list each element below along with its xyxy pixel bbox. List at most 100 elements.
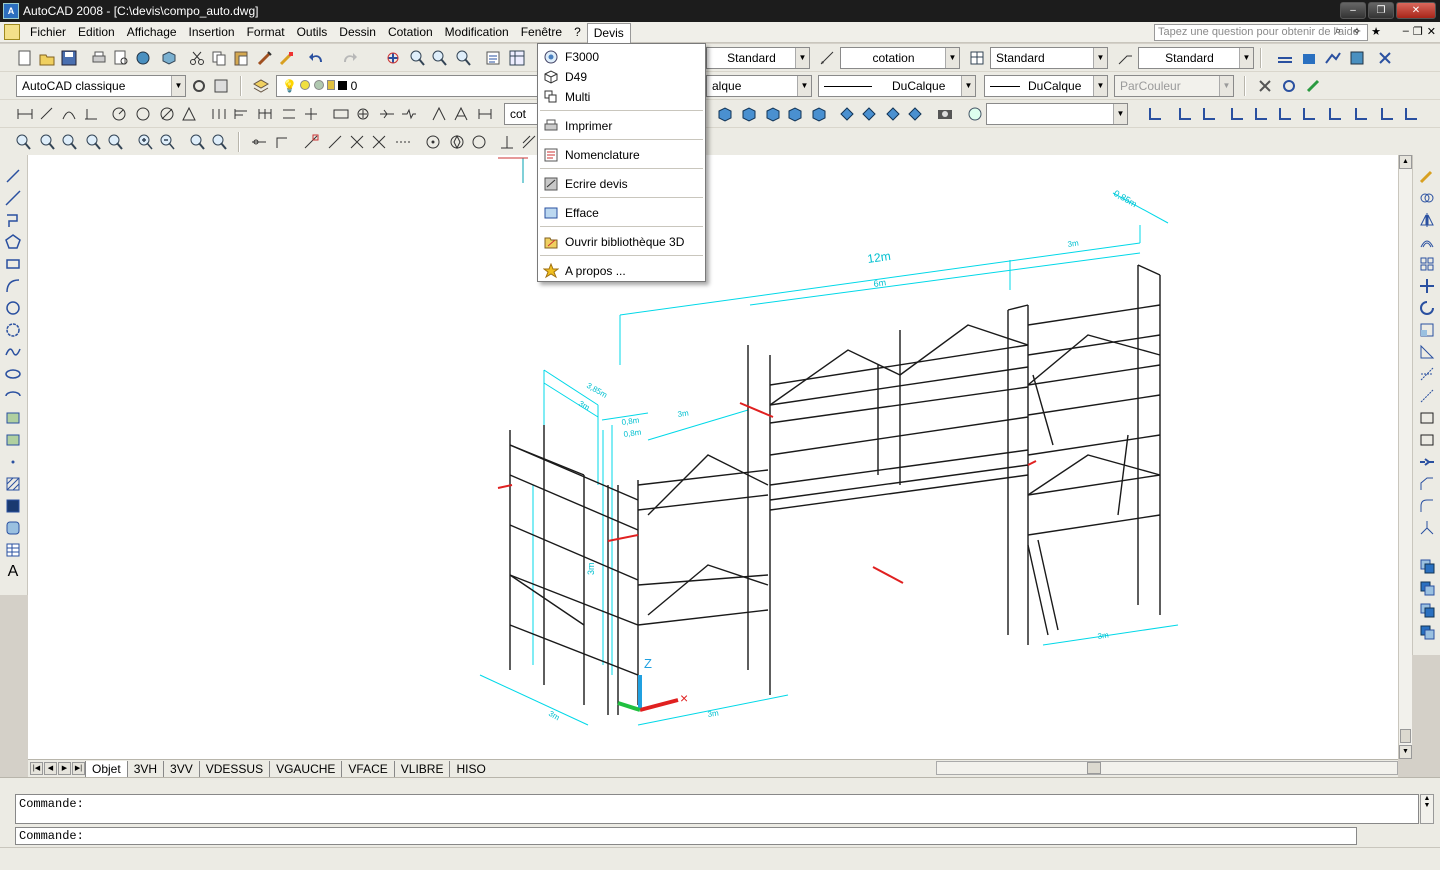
dim-style-select-partial[interactable]: cot <box>504 103 538 125</box>
tab-vdessus[interactable]: VDESSUS <box>198 760 269 777</box>
construction-line-icon[interactable] <box>4 189 22 207</box>
dim-space-icon[interactable] <box>280 105 298 123</box>
zoom-realtime-icon[interactable] <box>408 49 426 67</box>
toolbar-green-icon[interactable] <box>1304 77 1322 95</box>
table-style-select[interactable]: Standard ▼ <box>990 47 1108 69</box>
hscroll-thumb[interactable] <box>1087 762 1101 774</box>
linear-dim-icon[interactable] <box>16 105 34 123</box>
menu-fichier[interactable]: Fichier <box>24 23 72 41</box>
radius-dim-icon[interactable] <box>110 105 128 123</box>
vertical-scrollbar[interactable]: ▲ ▼ <box>1398 155 1412 759</box>
aligned-dim-icon[interactable] <box>38 105 56 123</box>
ucs-3point-icon[interactable] <box>1352 105 1370 123</box>
ucs-origin-icon[interactable] <box>1300 105 1318 123</box>
baseline-dim-icon[interactable] <box>232 105 250 123</box>
toolbar-icon-b[interactable] <box>1300 49 1318 67</box>
toolbar-icon-d[interactable] <box>1348 49 1366 67</box>
3d-revolve-icon[interactable] <box>906 105 924 123</box>
plot-preview-icon[interactable] <box>112 49 130 67</box>
mleader-style-icon[interactable] <box>1116 49 1134 67</box>
jogged-dim-icon[interactable] <box>134 105 152 123</box>
dim-break-icon[interactable] <box>302 105 320 123</box>
match-properties-icon[interactable] <box>256 49 274 67</box>
lineweight-select[interactable]: DuCalque ▼ <box>984 75 1108 97</box>
ucs-icon[interactable] <box>1146 105 1164 123</box>
menu-cotation[interactable]: Cotation <box>382 23 439 41</box>
close-button[interactable]: ✕ <box>1396 2 1436 19</box>
tolerance-icon[interactable] <box>332 105 350 123</box>
tab-vgauche[interactable]: VGAUCHE <box>269 760 341 777</box>
block-editor-icon[interactable] <box>278 49 296 67</box>
layer-select[interactable]: 💡 0 <box>276 75 538 97</box>
menu-modification[interactable]: Modification <box>439 23 515 41</box>
toolbar-icon-c[interactable] <box>1324 49 1342 67</box>
snap-tangent-icon[interactable] <box>470 133 488 151</box>
pan-realtime-icon[interactable] <box>384 49 402 67</box>
snap-apparent-icon[interactable] <box>370 133 388 151</box>
tab-3vv[interactable]: 3VV <box>163 760 199 777</box>
spline-icon[interactable] <box>4 343 22 361</box>
break-icon[interactable] <box>1418 431 1436 449</box>
tab-vface[interactable]: VFACE <box>341 760 393 777</box>
open-file-icon[interactable] <box>38 49 56 67</box>
communication-center-icon[interactable]: ✧ <box>1349 25 1365 40</box>
tab-vlibre[interactable]: VLIBRE <box>393 760 450 777</box>
command-scrollbar[interactable]: ▲ ▼ <box>1420 794 1434 824</box>
ucs-x-icon[interactable] <box>1378 105 1396 123</box>
menu-insertion[interactable]: Insertion <box>183 23 241 41</box>
rotate-icon[interactable] <box>1418 299 1436 317</box>
draw-order-front-icon[interactable] <box>1418 557 1436 575</box>
polygon-icon[interactable] <box>4 233 22 251</box>
3d-pyramid-icon[interactable] <box>860 105 878 123</box>
3d-cylinder-icon[interactable] <box>810 105 828 123</box>
explode-icon[interactable] <box>1418 519 1436 537</box>
plot-icon[interactable] <box>90 49 108 67</box>
ucs-y-icon[interactable] <box>1402 105 1420 123</box>
tab-prev-icon[interactable]: ◀ <box>44 762 57 775</box>
continue-dim-icon[interactable] <box>256 105 274 123</box>
inspect-icon[interactable] <box>378 105 396 123</box>
workspace-select[interactable]: AutoCAD classique ▼ <box>16 75 186 97</box>
command-input[interactable]: Commande: <box>15 827 1357 845</box>
tab-hiso[interactable]: HISO <box>449 760 491 777</box>
table-icon[interactable] <box>4 541 22 559</box>
draw-order-above-icon[interactable] <box>1418 601 1436 619</box>
redo-icon[interactable] <box>340 49 358 67</box>
break-at-point-icon[interactable] <box>1418 409 1436 427</box>
menu-edition[interactable]: Edition <box>72 23 121 41</box>
mirror-icon[interactable] <box>1418 211 1436 229</box>
menu-format[interactable]: Format <box>241 23 291 41</box>
tab-last-icon[interactable]: ▶| <box>72 762 85 775</box>
menu-item-multi[interactable]: Multi <box>538 87 705 107</box>
text-style-select[interactable]: Standard ▼ <box>706 47 810 69</box>
insert-block-icon[interactable] <box>4 409 22 427</box>
dim-text-edit-icon[interactable] <box>452 105 470 123</box>
publish-icon[interactable] <box>134 49 152 67</box>
dim-edit-icon[interactable] <box>430 105 448 123</box>
chamfer-icon[interactable] <box>1418 475 1436 493</box>
menu-item-a-propos[interactable]: A propos ... <box>538 261 705 281</box>
zoom-out-icon[interactable] <box>158 133 176 151</box>
mleader-style-select[interactable]: Standard ▼ <box>1138 47 1254 69</box>
line-icon[interactable] <box>4 167 22 185</box>
zoom-object-icon[interactable] <box>106 133 124 151</box>
doc-restore-button[interactable]: ❐ <box>1413 25 1423 38</box>
table-style-icon[interactable] <box>968 49 986 67</box>
tab-next-icon[interactable]: ▶ <box>58 762 71 775</box>
save-icon[interactable] <box>60 49 78 67</box>
multiline-text-icon[interactable]: A <box>4 563 22 581</box>
gradient-icon[interactable] <box>4 497 22 515</box>
snap-midpoint-icon[interactable] <box>326 133 344 151</box>
array-icon[interactable] <box>1418 255 1436 273</box>
diameter-dim-icon[interactable] <box>158 105 176 123</box>
rectangle-icon[interactable] <box>4 255 22 273</box>
ucs-previous-icon[interactable] <box>1200 105 1218 123</box>
snap-center-icon[interactable] <box>424 133 442 151</box>
temp-track-icon[interactable] <box>250 133 268 151</box>
snap-from-icon[interactable] <box>274 133 292 151</box>
color-select[interactable]: alque ▼ <box>706 75 812 97</box>
drawing-canvas[interactable]: 12m 6m 3m 3m 0,85m 3,85m 3m 0,8m 0,8m 3m… <box>28 155 1398 759</box>
menu-item-f3000[interactable]: F3000 <box>538 47 705 67</box>
zoom-center-icon[interactable] <box>84 133 102 151</box>
undo-icon[interactable] <box>308 49 326 67</box>
